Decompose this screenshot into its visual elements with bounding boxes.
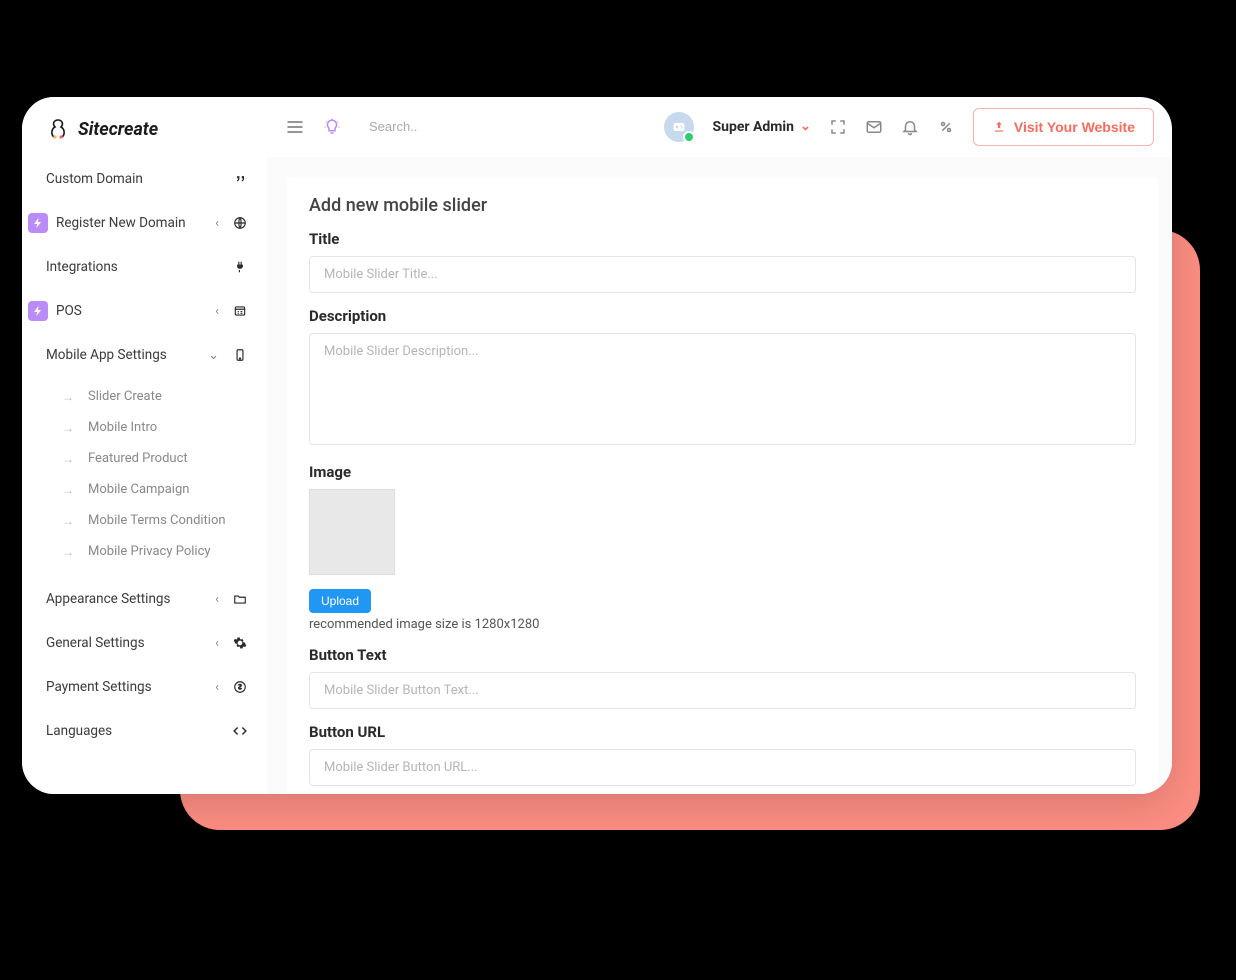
folder-icon	[231, 592, 249, 606]
subitem-featured-product[interactable]: → Featured Product	[22, 443, 267, 474]
sidebar: Sitecreate Custom Domain Register New Do…	[22, 97, 267, 794]
page-title: Add new mobile slider	[309, 195, 1136, 216]
subitem-label: Slider Create	[88, 389, 162, 404]
gear-icon	[231, 636, 249, 650]
chevron-left-icon: ‹	[215, 636, 219, 651]
avatar[interactable]	[664, 112, 694, 142]
content-area: Add new mobile slider Title Description …	[267, 157, 1172, 794]
arrow-right-icon: →	[62, 452, 74, 466]
subitem-mobile-privacy[interactable]: → Mobile Privacy Policy	[22, 536, 267, 567]
chevron-left-icon: ‹	[215, 592, 219, 607]
sidebar-item-label: Integrations	[46, 259, 221, 275]
user-menu[interactable]: Super Admin ⌄	[712, 119, 810, 135]
subitem-slider-create[interactable]: → Slider Create	[22, 381, 267, 412]
chevron-down-icon: ⌄	[208, 348, 219, 363]
arrow-right-icon: →	[62, 421, 74, 435]
visit-website-label: Visit Your Website	[1014, 119, 1135, 135]
subitem-mobile-intro[interactable]: → Mobile Intro	[22, 412, 267, 443]
description-label: Description	[309, 307, 1136, 325]
arrow-right-icon: →	[62, 545, 74, 559]
pos-icon	[231, 304, 249, 318]
visit-website-button[interactable]: Visit Your Website	[973, 108, 1154, 146]
mobile-icon	[231, 348, 249, 362]
sidebar-item-pos[interactable]: POS ‹	[22, 289, 267, 333]
topbar: Super Admin ⌄ Visit Your Website	[267, 97, 1172, 157]
globe-icon	[231, 216, 249, 230]
subitem-mobile-campaign[interactable]: → Mobile Campaign	[22, 474, 267, 505]
logo-icon	[46, 117, 70, 141]
arrow-right-icon: →	[62, 390, 74, 404]
subitem-label: Mobile Intro	[88, 420, 157, 435]
subitem-label: Mobile Privacy Policy	[88, 544, 211, 559]
sidebar-item-integrations[interactable]: Integrations	[22, 245, 267, 289]
upload-icon	[992, 120, 1006, 134]
bolt-icon	[28, 301, 48, 321]
fullscreen-icon[interactable]	[829, 118, 847, 136]
sidebar-item-general-settings[interactable]: General Settings ‹	[22, 621, 267, 665]
button-text-input[interactable]	[309, 672, 1136, 709]
menu-toggle-icon[interactable]	[285, 117, 305, 137]
description-input[interactable]	[309, 333, 1136, 445]
sidebar-item-languages[interactable]: Languages	[22, 709, 267, 753]
plug-icon	[231, 260, 249, 274]
upload-button[interactable]: Upload	[309, 589, 371, 613]
button-url-input[interactable]	[309, 749, 1136, 786]
sidebar-item-mobile-app-settings[interactable]: Mobile App Settings ⌄	[22, 333, 267, 377]
search-input[interactable]	[359, 113, 519, 140]
image-preview[interactable]	[309, 489, 395, 575]
subitem-label: Mobile Terms Condition	[88, 513, 226, 528]
bell-icon[interactable]	[901, 118, 919, 136]
sidebar-item-label: Mobile App Settings	[46, 347, 198, 363]
sidebar-item-appearance-settings[interactable]: Appearance Settings ‹	[22, 577, 267, 621]
sidebar-item-label: Appearance Settings	[46, 591, 205, 607]
title-input[interactable]	[309, 256, 1136, 293]
quotes-icon	[231, 172, 249, 186]
arrow-right-icon: →	[62, 483, 74, 497]
button-text-label: Button Text	[309, 646, 1136, 664]
sidebar-item-label: Languages	[46, 723, 221, 739]
title-label: Title	[309, 230, 1136, 248]
sidebar-item-label: POS	[56, 303, 205, 319]
arrow-right-icon: →	[62, 514, 74, 528]
chevron-left-icon: ‹	[215, 304, 219, 319]
image-hint: recommended image size is 1280x1280	[309, 617, 1136, 632]
sidebar-item-label: Payment Settings	[46, 679, 205, 695]
dollar-icon	[231, 680, 249, 694]
button-url-label: Button URL	[309, 723, 1136, 741]
subitem-mobile-terms[interactable]: → Mobile Terms Condition	[22, 505, 267, 536]
sidebar-item-label: General Settings	[46, 635, 205, 651]
discount-icon[interactable]	[937, 118, 955, 136]
sidebar-item-label: Register New Domain	[56, 215, 205, 231]
form-card: Add new mobile slider Title Description …	[287, 177, 1158, 794]
main-area: Super Admin ⌄ Visit Your Website Add	[267, 97, 1172, 794]
chevron-left-icon: ‹	[215, 680, 219, 695]
chevron-down-icon: ⌄	[800, 119, 811, 134]
logo[interactable]: Sitecreate	[22, 109, 267, 157]
subitem-label: Featured Product	[88, 451, 188, 466]
sidebar-item-register-domain[interactable]: Register New Domain ‹	[22, 201, 267, 245]
mobile-app-submenu: → Slider Create → Mobile Intro → Feature…	[22, 377, 267, 577]
app-window: Sitecreate Custom Domain Register New Do…	[22, 97, 1172, 794]
code-icon	[231, 724, 249, 738]
bolt-icon	[28, 213, 48, 233]
user-name-label: Super Admin	[712, 119, 793, 135]
image-label: Image	[309, 463, 1136, 481]
sidebar-item-custom-domain[interactable]: Custom Domain	[22, 157, 267, 201]
sidebar-item-payment-settings[interactable]: Payment Settings ‹	[22, 665, 267, 709]
mail-icon[interactable]	[865, 118, 883, 136]
logo-text: Sitecreate	[78, 119, 158, 140]
subitem-label: Mobile Campaign	[88, 482, 189, 497]
sidebar-item-label: Custom Domain	[46, 171, 221, 187]
bulb-icon[interactable]	[323, 118, 341, 136]
chevron-left-icon: ‹	[215, 216, 219, 231]
